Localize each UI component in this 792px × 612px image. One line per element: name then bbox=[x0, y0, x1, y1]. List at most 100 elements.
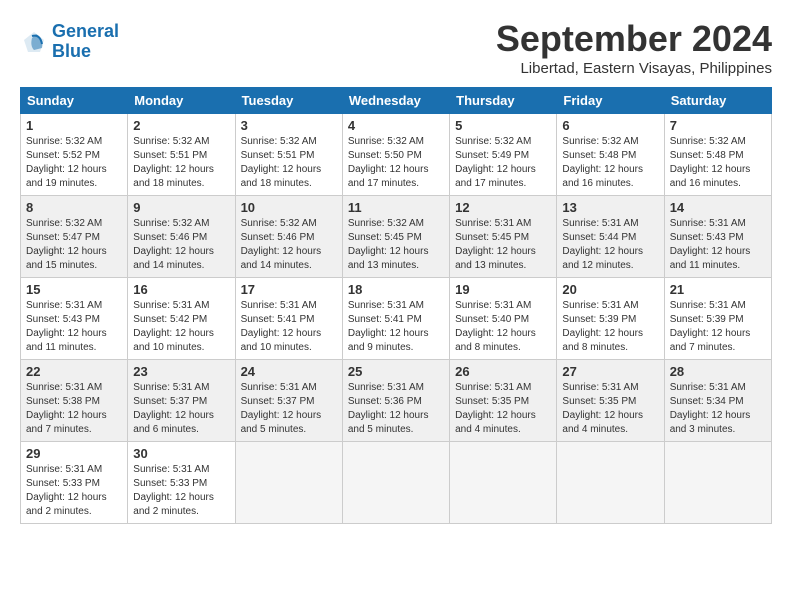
table-row: 24 Sunrise: 5:31 AM Sunset: 5:37 PM Dayli… bbox=[235, 360, 342, 442]
cell-content: Sunrise: 5:31 AM Sunset: 5:35 PM Dayligh… bbox=[562, 381, 658, 437]
table-row bbox=[342, 442, 449, 524]
calendar-header-row: Sunday Monday Tuesday Wednesday Thursday… bbox=[21, 88, 772, 114]
cell-content: Sunrise: 5:32 AM Sunset: 5:49 PM Dayligh… bbox=[455, 135, 551, 191]
cell-content: Sunrise: 5:32 AM Sunset: 5:50 PM Dayligh… bbox=[348, 135, 444, 191]
day-number: 11 bbox=[348, 200, 444, 215]
col-sunday: Sunday bbox=[21, 88, 128, 114]
day-number: 6 bbox=[562, 118, 658, 133]
table-row: 9 Sunrise: 5:32 AM Sunset: 5:46 PM Daylig… bbox=[128, 196, 235, 278]
day-number: 28 bbox=[670, 364, 766, 379]
table-row: 6 Sunrise: 5:32 AM Sunset: 5:48 PM Daylig… bbox=[557, 114, 664, 196]
header: General Blue September 2024 Libertad, Ea… bbox=[20, 18, 772, 77]
day-number: 18 bbox=[348, 282, 444, 297]
day-number: 9 bbox=[133, 200, 229, 215]
table-row: 7Sunrise: 5:32 AM Sunset: 5:48 PM Daylig… bbox=[664, 114, 771, 196]
cell-content: Sunrise: 5:32 AM Sunset: 5:45 PM Dayligh… bbox=[348, 217, 444, 273]
table-row: 13 Sunrise: 5:31 AM Sunset: 5:44 PM Dayli… bbox=[557, 196, 664, 278]
cell-content: Sunrise: 5:32 AM Sunset: 5:51 PM Dayligh… bbox=[241, 135, 337, 191]
table-row: 2 Sunrise: 5:32 AM Sunset: 5:51 PM Daylig… bbox=[128, 114, 235, 196]
day-number: 20 bbox=[562, 282, 658, 297]
table-row: 14Sunrise: 5:31 AM Sunset: 5:43 PM Dayli… bbox=[664, 196, 771, 278]
table-row: 5 Sunrise: 5:32 AM Sunset: 5:49 PM Daylig… bbox=[450, 114, 557, 196]
table-row: 16Sunrise: 5:31 AM Sunset: 5:42 PM Dayli… bbox=[128, 278, 235, 360]
cell-content: Sunrise: 5:31 AM Sunset: 5:38 PM Dayligh… bbox=[26, 381, 122, 437]
cell-content: Sunrise: 5:31 AM Sunset: 5:37 PM Dayligh… bbox=[241, 381, 337, 437]
table-row bbox=[557, 442, 664, 524]
day-number: 4 bbox=[348, 118, 444, 133]
day-number: 17 bbox=[241, 282, 337, 297]
table-row: 23Sunrise: 5:31 AM Sunset: 5:37 PM Dayli… bbox=[128, 360, 235, 442]
cell-content: Sunrise: 5:32 AM Sunset: 5:52 PM Dayligh… bbox=[26, 135, 122, 191]
table-row bbox=[664, 442, 771, 524]
table-row: 11 Sunrise: 5:32 AM Sunset: 5:45 PM Dayli… bbox=[342, 196, 449, 278]
table-row: 21Sunrise: 5:31 AM Sunset: 5:39 PM Dayli… bbox=[664, 278, 771, 360]
table-row: 10 Sunrise: 5:32 AM Sunset: 5:46 PM Dayli… bbox=[235, 196, 342, 278]
cell-content: Sunrise: 5:32 AM Sunset: 5:51 PM Dayligh… bbox=[133, 135, 229, 191]
table-row: 12Sunrise: 5:31 AM Sunset: 5:45 PM Dayli… bbox=[450, 196, 557, 278]
calendar-week-row: 29Sunrise: 5:31 AM Sunset: 5:33 PM Dayli… bbox=[21, 442, 772, 524]
day-number: 5 bbox=[455, 118, 551, 133]
col-wednesday: Wednesday bbox=[342, 88, 449, 114]
day-number: 15 bbox=[26, 282, 122, 297]
cell-content: Sunrise: 5:31 AM Sunset: 5:35 PM Dayligh… bbox=[455, 381, 551, 437]
table-row: 1 Sunrise: 5:32 AM Sunset: 5:52 PM Daylig… bbox=[21, 114, 128, 196]
cell-content: Sunrise: 5:31 AM Sunset: 5:33 PM Dayligh… bbox=[26, 463, 122, 519]
col-tuesday: Tuesday bbox=[235, 88, 342, 114]
col-monday: Monday bbox=[128, 88, 235, 114]
table-row: 26 Sunrise: 5:31 AM Sunset: 5:35 PM Dayli… bbox=[450, 360, 557, 442]
cell-content: Sunrise: 5:31 AM Sunset: 5:36 PM Dayligh… bbox=[348, 381, 444, 437]
day-number: 2 bbox=[133, 118, 229, 133]
table-row: 18 Sunrise: 5:31 AM Sunset: 5:41 PM Dayli… bbox=[342, 278, 449, 360]
day-number: 8 bbox=[26, 200, 122, 215]
table-row bbox=[450, 442, 557, 524]
calendar-week-row: 1 Sunrise: 5:32 AM Sunset: 5:52 PM Daylig… bbox=[21, 114, 772, 196]
table-row: 22 Sunrise: 5:31 AM Sunset: 5:38 PM Dayli… bbox=[21, 360, 128, 442]
table-row: 27 Sunrise: 5:31 AM Sunset: 5:35 PM Dayli… bbox=[557, 360, 664, 442]
table-row: 17 Sunrise: 5:31 AM Sunset: 5:41 PM Dayli… bbox=[235, 278, 342, 360]
cell-content: Sunrise: 5:32 AM Sunset: 5:46 PM Dayligh… bbox=[241, 217, 337, 273]
col-friday: Friday bbox=[557, 88, 664, 114]
cell-content: Sunrise: 5:31 AM Sunset: 5:39 PM Dayligh… bbox=[562, 299, 658, 355]
day-number: 12 bbox=[455, 200, 551, 215]
cell-content: Sunrise: 5:31 AM Sunset: 5:43 PM Dayligh… bbox=[26, 299, 122, 355]
logo-text: General bbox=[52, 22, 119, 42]
day-number: 27 bbox=[562, 364, 658, 379]
cell-content: Sunrise: 5:31 AM Sunset: 5:33 PM Dayligh… bbox=[133, 463, 229, 519]
table-row: 15 Sunrise: 5:31 AM Sunset: 5:43 PM Dayli… bbox=[21, 278, 128, 360]
cell-content: Sunrise: 5:32 AM Sunset: 5:48 PM Dayligh… bbox=[562, 135, 658, 191]
day-number: 7 bbox=[670, 118, 766, 133]
table-row: 4 Sunrise: 5:32 AM Sunset: 5:50 PM Daylig… bbox=[342, 114, 449, 196]
day-number: 19 bbox=[455, 282, 551, 297]
day-number: 14 bbox=[670, 200, 766, 215]
title-area: September 2024 Libertad, Eastern Visayas… bbox=[496, 18, 772, 77]
table-row: 25Sunrise: 5:31 AM Sunset: 5:36 PM Dayli… bbox=[342, 360, 449, 442]
day-number: 10 bbox=[241, 200, 337, 215]
table-row: 20 Sunrise: 5:31 AM Sunset: 5:39 PM Dayli… bbox=[557, 278, 664, 360]
col-thursday: Thursday bbox=[450, 88, 557, 114]
day-number: 26 bbox=[455, 364, 551, 379]
cell-content: Sunrise: 5:31 AM Sunset: 5:40 PM Dayligh… bbox=[455, 299, 551, 355]
cell-content: Sunrise: 5:31 AM Sunset: 5:41 PM Dayligh… bbox=[348, 299, 444, 355]
calendar-week-row: 22 Sunrise: 5:31 AM Sunset: 5:38 PM Dayli… bbox=[21, 360, 772, 442]
table-row: 30 Sunrise: 5:31 AM Sunset: 5:33 PM Dayli… bbox=[128, 442, 235, 524]
table-row: 8 Sunrise: 5:32 AM Sunset: 5:47 PM Daylig… bbox=[21, 196, 128, 278]
table-row: 19 Sunrise: 5:31 AM Sunset: 5:40 PM Dayli… bbox=[450, 278, 557, 360]
cell-content: Sunrise: 5:31 AM Sunset: 5:41 PM Dayligh… bbox=[241, 299, 337, 355]
cell-content: Sunrise: 5:32 AM Sunset: 5:47 PM Dayligh… bbox=[26, 217, 122, 273]
calendar: Sunday Monday Tuesday Wednesday Thursday… bbox=[20, 87, 772, 524]
day-number: 21 bbox=[670, 282, 766, 297]
day-number: 1 bbox=[26, 118, 122, 133]
day-number: 13 bbox=[562, 200, 658, 215]
page: General Blue September 2024 Libertad, Ea… bbox=[0, 0, 792, 534]
cell-content: Sunrise: 5:31 AM Sunset: 5:44 PM Dayligh… bbox=[562, 217, 658, 273]
cell-content: Sunrise: 5:31 AM Sunset: 5:34 PM Dayligh… bbox=[670, 381, 766, 437]
day-number: 24 bbox=[241, 364, 337, 379]
day-number: 23 bbox=[133, 364, 229, 379]
table-row bbox=[235, 442, 342, 524]
calendar-week-row: 8 Sunrise: 5:32 AM Sunset: 5:47 PM Daylig… bbox=[21, 196, 772, 278]
day-number: 30 bbox=[133, 446, 229, 461]
day-number: 22 bbox=[26, 364, 122, 379]
cell-content: Sunrise: 5:32 AM Sunset: 5:46 PM Dayligh… bbox=[133, 217, 229, 273]
col-saturday: Saturday bbox=[664, 88, 771, 114]
day-number: 16 bbox=[133, 282, 229, 297]
